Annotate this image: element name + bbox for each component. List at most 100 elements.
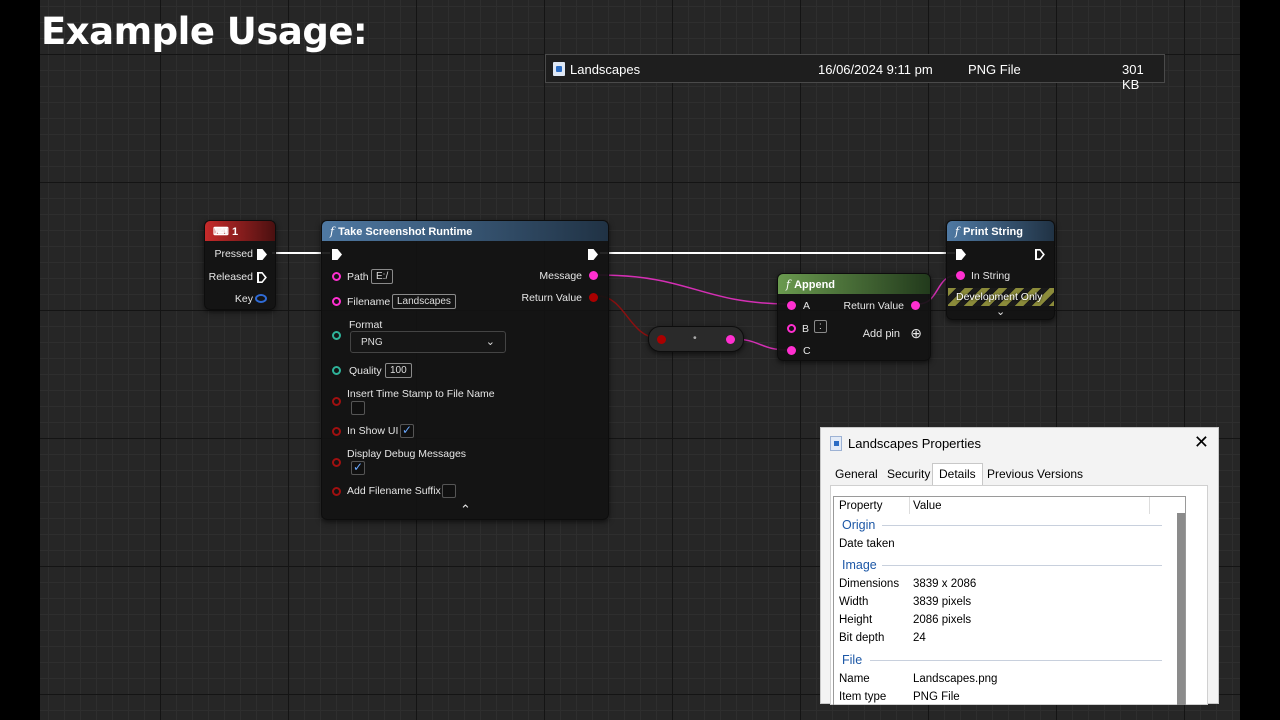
- quality-input[interactable]: 100: [385, 363, 412, 378]
- file-name: Landscapes: [570, 62, 641, 77]
- in-string-label: In String: [971, 270, 1011, 282]
- append-title: Append: [794, 279, 836, 291]
- timestamp-pin[interactable]: [332, 397, 341, 406]
- print-string-title: Print String: [963, 226, 1023, 238]
- format-selected-value: PNG: [361, 337, 383, 348]
- key-struct-pin[interactable]: [255, 294, 267, 303]
- filename-input[interactable]: Landscapes: [392, 294, 456, 309]
- released-exec-pin[interactable]: [257, 272, 267, 283]
- screenshot-exec-in-pin[interactable]: [332, 249, 342, 260]
- append-a-label: A: [803, 300, 811, 312]
- suffix-pin[interactable]: [332, 487, 341, 496]
- development-only-label: Development Only: [956, 291, 1043, 303]
- tab-general[interactable]: General: [835, 467, 878, 481]
- path-label: Path: [347, 271, 369, 283]
- expand-chevron-down-icon[interactable]: ⌄: [996, 305, 1005, 318]
- suffix-label: Add Filename Suffix: [347, 485, 441, 497]
- add-pin-plus-icon[interactable]: ⊕: [910, 325, 922, 342]
- path-pin[interactable]: [332, 272, 341, 281]
- properties-dialog[interactable]: Landscapes Properties ✕ General Security…: [820, 427, 1219, 705]
- debug-pin[interactable]: [332, 458, 341, 467]
- append-b-label: B: [802, 323, 810, 335]
- tab-details[interactable]: Details: [932, 463, 983, 485]
- format-dropdown[interactable]: PNG ⌄: [350, 331, 506, 353]
- show-ui-label: In Show UI: [347, 425, 399, 437]
- print-exec-in-pin[interactable]: [956, 249, 966, 260]
- collapse-chevron-up-icon[interactable]: ⌃: [460, 502, 471, 518]
- dialog-title: Landscapes Properties: [848, 436, 981, 451]
- debug-checkbox[interactable]: [351, 460, 365, 475]
- png-file-icon: [830, 436, 842, 451]
- key-event-node[interactable]: ⌨ 1 Pressed Released Key: [204, 220, 276, 310]
- group-divider: [870, 660, 1162, 661]
- key-event-header: ⌨ 1: [205, 221, 275, 241]
- value-width: 3839 pixels: [913, 596, 972, 608]
- quality-label: Quality: [349, 365, 382, 377]
- path-input[interactable]: E:/: [371, 269, 394, 284]
- file-size: 301 KB: [1122, 62, 1144, 92]
- column-header-property[interactable]: Property: [839, 500, 882, 512]
- append-node[interactable]: f Append A B : C Return Value Add pin ⊕: [777, 273, 931, 361]
- in-string-pin[interactable]: [956, 271, 965, 280]
- append-c-pin[interactable]: [787, 346, 796, 355]
- conversion-in-pin[interactable]: [657, 335, 666, 344]
- close-icon[interactable]: ✕: [1194, 432, 1209, 453]
- return-value-pin[interactable]: [589, 293, 598, 302]
- file-row[interactable]: Landscapes 16/06/2024 9:11 pm PNG File 3…: [545, 54, 1165, 92]
- screenshot-exec-out-pin[interactable]: [588, 249, 598, 260]
- prop-name: Name: [839, 673, 870, 685]
- add-pin-label: Add pin: [862, 328, 900, 340]
- filename-label: Filename: [347, 296, 391, 308]
- development-only-banner: Development Only: [948, 288, 1054, 306]
- prop-item-type: Item type: [839, 691, 887, 703]
- return-value-label: Return Value: [521, 292, 582, 304]
- prop-date-taken: Date taken: [839, 538, 895, 550]
- append-b-input[interactable]: :: [814, 320, 827, 333]
- group-divider: [882, 525, 1162, 526]
- function-icon: f: [786, 278, 791, 291]
- filename-pin[interactable]: [332, 297, 341, 306]
- group-file: File: [842, 653, 863, 667]
- value-height: 2086 pixels: [913, 614, 972, 626]
- group-divider: [882, 565, 1162, 566]
- pressed-exec-pin[interactable]: [257, 249, 267, 260]
- print-string-header: f Print String: [947, 221, 1054, 241]
- group-origin: Origin: [842, 518, 876, 532]
- value-bit-depth: 24: [913, 632, 926, 644]
- take-screenshot-node[interactable]: f Take Screenshot Runtime Path E:/ Filena…: [321, 220, 609, 520]
- timestamp-label: Insert Time Stamp to File Name: [347, 388, 495, 400]
- file-type: PNG File: [968, 62, 1021, 77]
- function-icon: f: [330, 225, 335, 238]
- prop-height: Height: [839, 614, 873, 626]
- take-screenshot-header: f Take Screenshot Runtime: [322, 221, 608, 241]
- column-divider: [909, 497, 910, 514]
- message-pin[interactable]: [589, 271, 598, 280]
- details-table: Property Value Origin Date taken Image D…: [833, 496, 1186, 705]
- chevron-down-icon: ⌄: [485, 336, 495, 348]
- page-title: Example Usage:: [41, 10, 368, 53]
- append-return-pin[interactable]: [911, 301, 920, 310]
- suffix-checkbox[interactable]: [442, 484, 456, 498]
- print-string-node[interactable]: f Print String In String Development Only…: [946, 220, 1055, 320]
- function-icon: f: [955, 225, 960, 238]
- show-ui-checkbox[interactable]: [400, 423, 414, 438]
- format-label: Format: [349, 319, 383, 331]
- timestamp-checkbox[interactable]: [351, 401, 365, 415]
- append-c-label: C: [803, 345, 811, 357]
- show-ui-pin[interactable]: [332, 427, 341, 436]
- append-b-pin[interactable]: [787, 324, 796, 333]
- tab-previous-versions[interactable]: Previous Versions: [987, 467, 1083, 481]
- png-file-icon: [553, 62, 565, 76]
- prop-width: Width: [839, 596, 869, 608]
- vertical-scrollbar[interactable]: [1177, 513, 1185, 705]
- format-pin[interactable]: [332, 331, 341, 340]
- column-header-value[interactable]: Value: [913, 500, 942, 512]
- conversion-node[interactable]: •: [648, 326, 744, 352]
- pin-released-label: Released: [208, 271, 253, 283]
- message-label: Message: [539, 270, 582, 282]
- quality-pin[interactable]: [332, 366, 341, 375]
- conversion-out-pin[interactable]: [726, 335, 735, 344]
- tab-security[interactable]: Security: [887, 467, 930, 481]
- append-a-pin[interactable]: [787, 301, 796, 310]
- print-exec-out-pin[interactable]: [1035, 249, 1045, 260]
